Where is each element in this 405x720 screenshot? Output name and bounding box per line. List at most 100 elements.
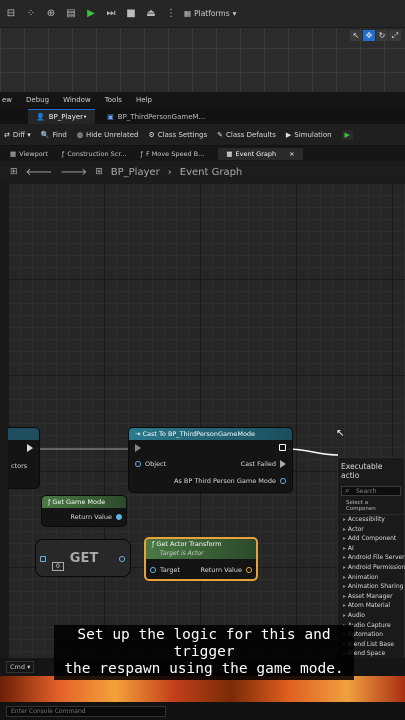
graph-icon: ▦ bbox=[226, 149, 233, 158]
context-menu-item[interactable]: Animation bbox=[338, 573, 404, 583]
context-menu-item[interactable]: Add Component bbox=[338, 534, 404, 544]
return-value-label: Return Value bbox=[70, 513, 113, 521]
stop-icon[interactable]: ■ bbox=[124, 7, 138, 21]
subtitle: Target is Actor bbox=[160, 550, 204, 557]
mouse-cursor-icon: ↖ bbox=[336, 428, 345, 439]
person-icon: 👤 bbox=[36, 113, 45, 121]
platforms-menu[interactable]: ▦ Platforms ▾ bbox=[184, 9, 236, 18]
graph-icon: ⊞ bbox=[10, 167, 18, 177]
return-value-pin[interactable] bbox=[116, 514, 122, 520]
partial-node[interactable]: ctors bbox=[8, 427, 40, 489]
defaults-icon: ✎ bbox=[217, 130, 223, 139]
as-output-pin[interactable] bbox=[280, 478, 286, 484]
cinematic-icon[interactable]: ▤ bbox=[64, 7, 78, 21]
tab-event-graph[interactable]: ▦ Event Graph × bbox=[218, 147, 303, 160]
level-viewport[interactable]: ⊟ ⁘ ⊕ ▤ ▶ ⏭ ■ ⏏ ⋮ ▦ Platforms ▾ ↖ ✥ ↻ ⤢ bbox=[0, 0, 405, 92]
transform-pin[interactable] bbox=[246, 567, 252, 573]
blueprint-toolbar: ⇄ Diff ▾ 🔍 Find ◍ Hide Unrelated ⚙ Class Set… bbox=[0, 124, 405, 146]
array-pin[interactable] bbox=[40, 556, 46, 562]
context-menu-item[interactable]: Audio bbox=[338, 611, 404, 621]
chevron-down-icon: ▾ bbox=[232, 9, 237, 18]
get-actor-transform-node[interactable]: ƒ Get Actor Transform Target is Actor Ta… bbox=[144, 537, 258, 581]
rotate-tool-icon[interactable]: ↻ bbox=[376, 30, 388, 41]
hide-icon: ◍ bbox=[76, 130, 83, 139]
viewport-transform-tools: ↖ ✥ ↻ ⤢ bbox=[350, 30, 401, 41]
transform-icon[interactable]: ⁘ bbox=[24, 7, 38, 21]
menu-item-view[interactable]: ew bbox=[2, 96, 12, 104]
context-menu-item[interactable]: Accessibility bbox=[338, 515, 404, 525]
move-tool-icon[interactable]: ✥ bbox=[363, 30, 375, 41]
simulation-icon: ▶ bbox=[285, 130, 292, 139]
menu-item-window[interactable]: Window bbox=[63, 96, 91, 104]
console-input[interactable] bbox=[6, 705, 166, 717]
pin-label: ctors bbox=[11, 462, 28, 470]
tab-bp-third-person-game-mode[interactable]: ▣ BP_ThirdPersonGameM... bbox=[99, 109, 213, 124]
simulation-button[interactable]: ▶ Simulation bbox=[286, 131, 332, 139]
exec-wire bbox=[287, 448, 339, 456]
exec-out-pin[interactable] bbox=[279, 444, 286, 451]
target-pin[interactable] bbox=[150, 567, 156, 573]
play-icon[interactable]: ▶ bbox=[84, 7, 98, 21]
menu-item-help[interactable]: Help bbox=[136, 96, 152, 104]
diff-button[interactable]: ⇄ Diff ▾ bbox=[4, 131, 31, 139]
get-label: GET bbox=[69, 551, 99, 566]
viewport-toolbar: ⊟ ⁘ ⊕ ▤ ▶ ⏭ ■ ⏏ ⋮ ▦ Platforms ▾ bbox=[0, 0, 405, 28]
cmd-dropdown[interactable]: Cmd ▾ bbox=[6, 661, 35, 673]
context-menu-item[interactable]: AI bbox=[338, 544, 404, 554]
cast-icon: ⇥ bbox=[135, 430, 143, 438]
tab-construction-script[interactable]: ƒ Construction Scr... bbox=[62, 150, 127, 158]
play-button[interactable]: ▶ bbox=[341, 129, 353, 140]
search-icon: 🔍 bbox=[40, 130, 50, 139]
tab-bp-player[interactable]: 👤 BP_Player• bbox=[28, 109, 96, 124]
close-icon[interactable]: × bbox=[289, 150, 294, 158]
scale-tool-icon[interactable]: ⤢ bbox=[389, 30, 401, 41]
select-component-label[interactable]: Select a Componen bbox=[338, 498, 404, 515]
viewport-icon: ▦ bbox=[10, 149, 17, 158]
exec-pin[interactable] bbox=[27, 444, 33, 452]
select-mode-icon[interactable]: ⊟ bbox=[4, 7, 18, 21]
as-output-label: As BP Third Person Game Mode bbox=[173, 477, 276, 485]
menu-item-tools[interactable]: Tools bbox=[105, 96, 122, 104]
context-menu-item[interactable]: Atom Material bbox=[338, 601, 404, 611]
diff-icon: ⇄ bbox=[4, 130, 10, 139]
get-array-node[interactable]: GET 0 bbox=[35, 539, 131, 577]
class-defaults-button[interactable]: ✎ Class Defaults bbox=[217, 131, 276, 139]
cast-failed-pin[interactable] bbox=[280, 460, 286, 468]
blueprint-icon: ⊞ bbox=[95, 167, 103, 177]
eject-icon[interactable]: ⏏ bbox=[144, 7, 158, 21]
more-icon[interactable]: ⋮ bbox=[164, 7, 178, 21]
play-icon: ▶ bbox=[341, 129, 353, 140]
breadcrumb: ⊞ 🡐 🡒 ⊞ BP_Player › Event Graph bbox=[0, 161, 405, 183]
platforms-icon: ▦ bbox=[184, 9, 192, 18]
editor-subtabs: ▦ Viewport ƒ Construction Scr... ƒF Move S… bbox=[0, 146, 405, 161]
step-icon[interactable]: ⏭ bbox=[104, 7, 118, 21]
context-menu-item[interactable]: Android Permission bbox=[338, 563, 405, 573]
context-menu-title: Executable actio bbox=[341, 462, 383, 480]
index-field[interactable]: 0 bbox=[52, 562, 64, 571]
search-input[interactable]: Search bbox=[341, 486, 401, 496]
left-panel-edge bbox=[0, 183, 8, 663]
get-actor-transform-title: ƒ Get Actor Transform Target is Actor bbox=[146, 539, 256, 559]
context-menu-item[interactable]: Android File Server bbox=[338, 553, 405, 563]
context-menu-item[interactable]: Actor bbox=[338, 525, 404, 535]
get-output-pin[interactable] bbox=[119, 556, 125, 562]
select-tool-icon[interactable]: ↖ bbox=[350, 30, 362, 41]
tab-viewport[interactable]: ▦ Viewport bbox=[10, 150, 48, 158]
exec-in-pin[interactable] bbox=[135, 444, 141, 452]
object-pin[interactable] bbox=[135, 461, 141, 467]
back-arrow-icon[interactable]: 🡐 bbox=[26, 166, 53, 178]
context-menu-item[interactable]: Animation Sharing bbox=[338, 582, 404, 592]
context-menu-item[interactable]: Asset Manager bbox=[338, 592, 404, 602]
tab-label: BP_ThirdPersonGameM... bbox=[117, 112, 206, 121]
breadcrumb-blueprint[interactable]: BP_Player bbox=[111, 167, 160, 178]
forward-arrow-icon[interactable]: 🡒 bbox=[60, 166, 87, 178]
breadcrumb-graph[interactable]: Event Graph bbox=[180, 167, 243, 178]
cast-node[interactable]: ⇥ Cast To BP_ThirdPersonGameMode Object … bbox=[128, 427, 293, 493]
find-button[interactable]: 🔍 Find bbox=[41, 131, 67, 139]
menu-item-debug[interactable]: Debug bbox=[26, 96, 49, 104]
hide-unrelated-button[interactable]: ◍ Hide Unrelated bbox=[77, 131, 139, 139]
tab-move-speed[interactable]: ƒF Move Speed B... bbox=[141, 150, 205, 158]
class-settings-button[interactable]: ⚙ Class Settings bbox=[148, 131, 207, 139]
get-game-mode-node[interactable]: ƒ Get Game Mode Return Value bbox=[41, 495, 127, 527]
add-icon[interactable]: ⊕ bbox=[44, 7, 58, 21]
